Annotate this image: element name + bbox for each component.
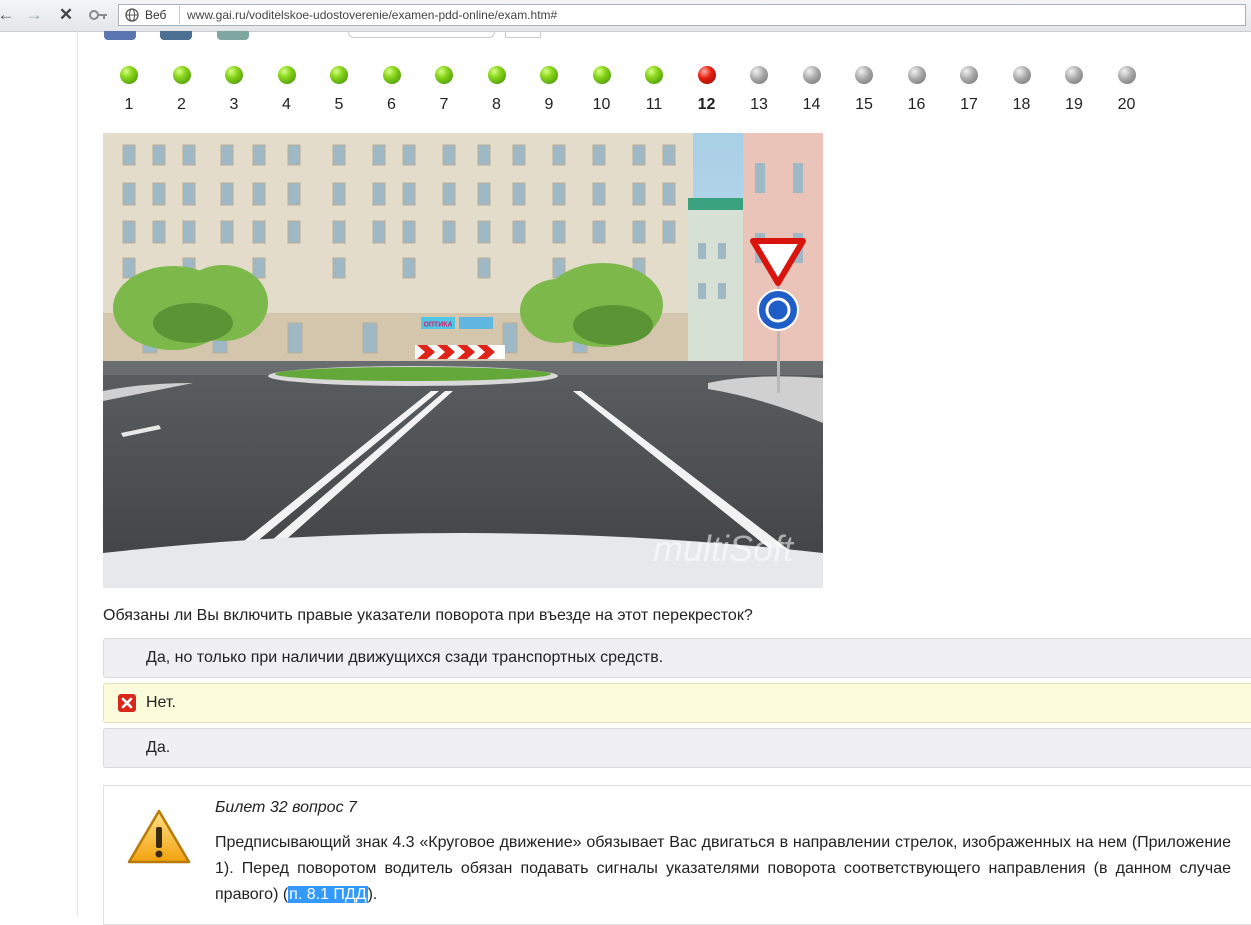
question-nav-item[interactable]: 20 — [1101, 62, 1153, 122]
question-number: 20 — [1117, 96, 1136, 113]
status-dot-icon — [1065, 66, 1083, 84]
question-number: 17 — [960, 96, 978, 113]
status-dot-icon — [750, 66, 768, 84]
rule-link[interactable]: п. 8.1 ПДД — [288, 886, 368, 903]
status-dot-icon — [907, 66, 926, 84]
status-dot-icon — [1012, 66, 1031, 84]
question-nav-item[interactable]: 9 — [523, 62, 575, 122]
status-dot-icon — [960, 66, 978, 84]
question-nav-item[interactable]: 1 — [103, 62, 155, 122]
stop-icon[interactable]: ✕ — [56, 5, 76, 25]
question-nav-item[interactable]: 8 — [471, 62, 523, 122]
status-dot-icon — [330, 66, 348, 84]
facebook-share-icon[interactable] — [104, 31, 136, 40]
status-dot-icon — [435, 66, 453, 84]
status-dot-icon — [697, 66, 716, 84]
warning-icon — [127, 809, 191, 864]
key-icon[interactable] — [88, 5, 108, 25]
answer-option-1[interactable]: Да, но только при наличии движущихся сза… — [103, 638, 1251, 678]
status-dot-icon — [540, 66, 558, 84]
shop-sign-text: ОПТИКА — [423, 322, 452, 329]
question-progress: 1 2 3 4 5 6 7 8 9 10 11 12 13 14 15 16 17 18 19 20 — [103, 62, 1153, 122]
question-nav-item[interactable]: 10 — [576, 62, 628, 122]
question-image: ОПТИКА multiSoft — [103, 133, 823, 588]
question-number: 4 — [282, 96, 291, 113]
question-nav-item[interactable]: 4 — [261, 62, 313, 122]
question-nav-item[interactable]: 15 — [838, 62, 890, 122]
watermark-text: multiSoft — [653, 528, 795, 569]
status-dot-icon — [120, 66, 138, 84]
question-nav-item[interactable]: 6 — [366, 62, 418, 122]
question-text: Обязаны ли Вы включить правые указатели … — [103, 607, 753, 624]
question-nav-item[interactable]: 7 — [418, 62, 470, 122]
browser-toolbar: ← → ✕ Веб www.gai.ru/voditelskoe-udostov… — [0, 0, 1251, 32]
status-dot-icon — [645, 66, 663, 84]
question-nav-item[interactable]: 5 — [313, 62, 365, 122]
question-number: 8 — [492, 96, 501, 113]
status-dot-icon — [487, 66, 506, 84]
answer-option-3[interactable]: Да. — [103, 728, 1251, 768]
close-x-icon — [118, 694, 136, 712]
question-number: 19 — [1065, 96, 1083, 113]
globe-icon — [125, 8, 139, 22]
question-number: 14 — [802, 96, 821, 113]
question-number: 1 — [124, 96, 134, 113]
answer-label: Да, но только при наличии движущихся сза… — [146, 649, 664, 666]
question-number: 2 — [177, 96, 186, 113]
question-number: 6 — [387, 96, 396, 113]
question-number: 16 — [907, 96, 926, 113]
question-number: 3 — [229, 96, 239, 113]
page-left-border — [77, 31, 78, 916]
question-number: 13 — [750, 96, 768, 113]
explanation-text: Предписывающий знак 4.3 «Круговое движен… — [215, 830, 1231, 908]
status-dot-icon — [802, 66, 821, 84]
back-icon[interactable]: ← — [0, 5, 16, 25]
question-nav-item[interactable]: 16 — [891, 62, 943, 122]
chip-separator — [179, 6, 180, 24]
answer-label: Нет. — [146, 694, 176, 711]
forward-icon[interactable]: → — [24, 5, 44, 25]
question-number: 15 — [855, 96, 873, 113]
answer-option-2[interactable]: Нет. — [103, 683, 1251, 723]
status-dot-icon — [172, 66, 191, 84]
explanation-tail: ). — [367, 886, 378, 903]
button-edge — [505, 31, 541, 38]
social-share-icon[interactable] — [217, 31, 249, 40]
question-nav-item[interactable]: 14 — [786, 62, 838, 122]
question-number: 9 — [544, 96, 554, 113]
question-nav-item[interactable]: 19 — [1048, 62, 1100, 122]
question-nav-item[interactable]: 18 — [996, 62, 1048, 122]
status-dot-icon — [592, 66, 611, 84]
question-number: 12 — [697, 96, 716, 113]
url-text[interactable]: www.gai.ru/voditelskoe-udostoverenie/exa… — [187, 7, 557, 23]
status-dot-icon — [277, 66, 296, 84]
answer-label: Да. — [146, 739, 171, 756]
explanation-panel: Билет 32 вопрос 7 Предписывающий знак 4.… — [103, 785, 1251, 925]
status-dot-icon — [855, 66, 873, 84]
question-number: 10 — [592, 96, 611, 113]
question-nav-item[interactable]: 2 — [156, 62, 208, 122]
vk-share-icon[interactable] — [160, 31, 192, 40]
ticket-reference: Билет 32 вопрос 7 — [215, 799, 357, 816]
status-dot-icon — [225, 66, 243, 84]
question-number: 5 — [334, 96, 344, 113]
question-number: 18 — [1012, 96, 1031, 113]
question-nav-item[interactable]: 11 — [628, 62, 680, 122]
status-dot-icon — [382, 66, 401, 84]
question-nav-item[interactable]: 12 — [681, 62, 733, 122]
address-bar[interactable]: Веб www.gai.ru/voditelskoe-udostoverenie… — [118, 4, 1246, 26]
question-nav-item[interactable]: 17 — [943, 62, 995, 122]
question-nav-item[interactable]: 13 — [733, 62, 785, 122]
question-number: 7 — [439, 96, 449, 113]
status-dot-icon — [1117, 66, 1136, 84]
question-nav-item[interactable]: 3 — [208, 62, 260, 122]
question-number: 11 — [645, 96, 663, 113]
search-box-edge — [348, 31, 495, 38]
web-mode-chip[interactable]: Веб — [145, 7, 166, 23]
